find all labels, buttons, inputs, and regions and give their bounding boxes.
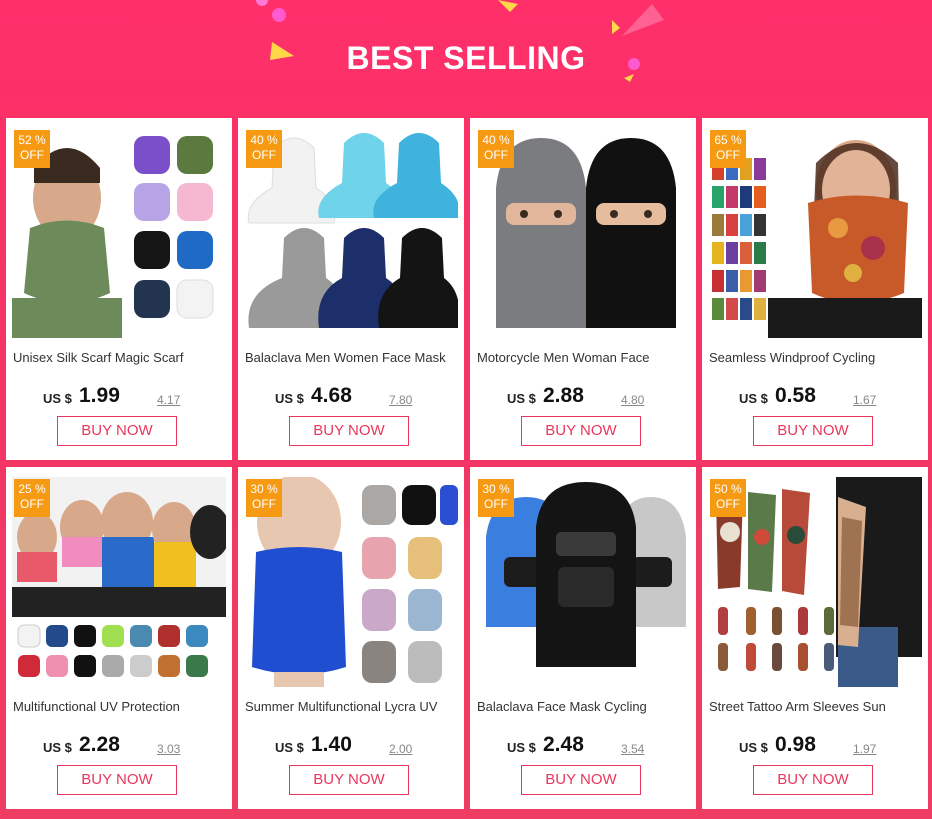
product-card[interactable]: 52 % OFF Unisex Silk Scarf Magic Scarf US… (6, 118, 232, 460)
discount-badge: 40 % OFF (478, 130, 514, 168)
original-price: 4.80 (621, 393, 645, 407)
product-name[interactable]: Street Tattoo Arm Sleeves Sun (709, 699, 925, 714)
product-image[interactable]: 25 % OFF (12, 477, 226, 687)
price-row: US $ 4.68 7.80 (238, 382, 464, 410)
product-name[interactable]: Seamless Windproof Cycling (709, 350, 925, 365)
buy-now-button[interactable]: BUY NOW (289, 416, 409, 446)
product-name[interactable]: Balaclava Men Women Face Mask (245, 350, 461, 365)
buy-now-button[interactable]: BUY NOW (521, 416, 641, 446)
currency-label: US $ (43, 391, 72, 406)
current-price: 1.99 (79, 384, 120, 407)
page-title: BEST SELLING (346, 40, 586, 76)
price-row: US $ 2.28 3.03 (6, 731, 232, 759)
current-price: 0.58 (775, 384, 816, 407)
product-name[interactable]: Motorcycle Men Woman Face (477, 350, 693, 365)
buy-now-button[interactable]: BUY NOW (753, 765, 873, 795)
product-card[interactable]: 40 % OFF Motorcycle Men Woman Face US $ 2… (470, 118, 696, 460)
product-image[interactable]: 52 % OFF (12, 128, 226, 338)
product-name[interactable]: Summer Multifunctional Lycra UV (245, 699, 461, 714)
current-price: 2.28 (79, 733, 120, 756)
product-image[interactable]: 40 % OFF (244, 128, 458, 338)
price-row: US $ 2.48 3.54 (470, 731, 696, 759)
product-card[interactable]: 50 % OFF Street Tattoo Arm Sleeves Sun US… (702, 467, 928, 809)
product-card[interactable]: 30 % OFF Balaclava Face Mask Cycling US $… (470, 467, 696, 809)
product-image[interactable]: 40 % OFF (476, 128, 690, 338)
currency-label: US $ (507, 740, 536, 755)
current-price: 2.88 (543, 384, 584, 407)
discount-badge: 50 % OFF (710, 479, 746, 517)
product-name[interactable]: Unisex Silk Scarf Magic Scarf (13, 350, 229, 365)
discount-badge: 65 % OFF (710, 130, 746, 168)
discount-badge: 30 % OFF (246, 479, 282, 517)
currency-label: US $ (739, 740, 768, 755)
discount-badge: 25 % OFF (14, 479, 50, 517)
currency-label: US $ (507, 391, 536, 406)
buy-now-button[interactable]: BUY NOW (521, 765, 641, 795)
product-image[interactable]: 30 % OFF (476, 477, 690, 687)
product-image[interactable]: 50 % OFF (708, 477, 922, 687)
currency-label: US $ (275, 391, 304, 406)
product-card[interactable]: 25 % OFF Multifunctional UV Protection US… (6, 467, 232, 809)
buy-now-button[interactable]: BUY NOW (289, 765, 409, 795)
price-row: US $ 1.40 2.00 (238, 731, 464, 759)
product-card[interactable]: 65 % OFF Seamless Windproof Cycling US $ … (702, 118, 928, 460)
original-price: 2.00 (389, 742, 413, 756)
current-price: 1.40 (311, 733, 352, 756)
price-row: US $ 0.98 1.97 (702, 731, 928, 759)
product-card[interactable]: 40 % OFF Balaclava Men Women Face Mask US… (238, 118, 464, 460)
buy-now-button[interactable]: BUY NOW (753, 416, 873, 446)
product-image[interactable]: 30 % OFF (244, 477, 458, 687)
header-banner: BEST SELLING (0, 0, 932, 118)
current-price: 2.48 (543, 733, 584, 756)
price-row: US $ 1.99 4.17 (6, 382, 232, 410)
original-price: 7.80 (389, 393, 413, 407)
discount-badge: 40 % OFF (246, 130, 282, 168)
currency-label: US $ (739, 391, 768, 406)
buy-now-button[interactable]: BUY NOW (57, 765, 177, 795)
original-price: 3.54 (621, 742, 645, 756)
discount-badge: 30 % OFF (478, 479, 514, 517)
buy-now-button[interactable]: BUY NOW (57, 416, 177, 446)
product-image[interactable]: 65 % OFF (708, 128, 922, 338)
original-price: 4.17 (157, 393, 181, 407)
current-price: 0.98 (775, 733, 816, 756)
discount-badge: 52 % OFF (14, 130, 50, 168)
price-row: US $ 0.58 1.67 (702, 382, 928, 410)
price-row: US $ 2.88 4.80 (470, 382, 696, 410)
original-price: 1.97 (853, 742, 877, 756)
current-price: 4.68 (311, 384, 352, 407)
currency-label: US $ (43, 740, 72, 755)
currency-label: US $ (275, 740, 304, 755)
product-name[interactable]: Multifunctional UV Protection (13, 699, 229, 714)
product-name[interactable]: Balaclava Face Mask Cycling (477, 699, 693, 714)
product-card[interactable]: 30 % OFF Summer Multifunctional Lycra UV … (238, 467, 464, 809)
original-price: 1.67 (853, 393, 877, 407)
original-price: 3.03 (157, 742, 181, 756)
